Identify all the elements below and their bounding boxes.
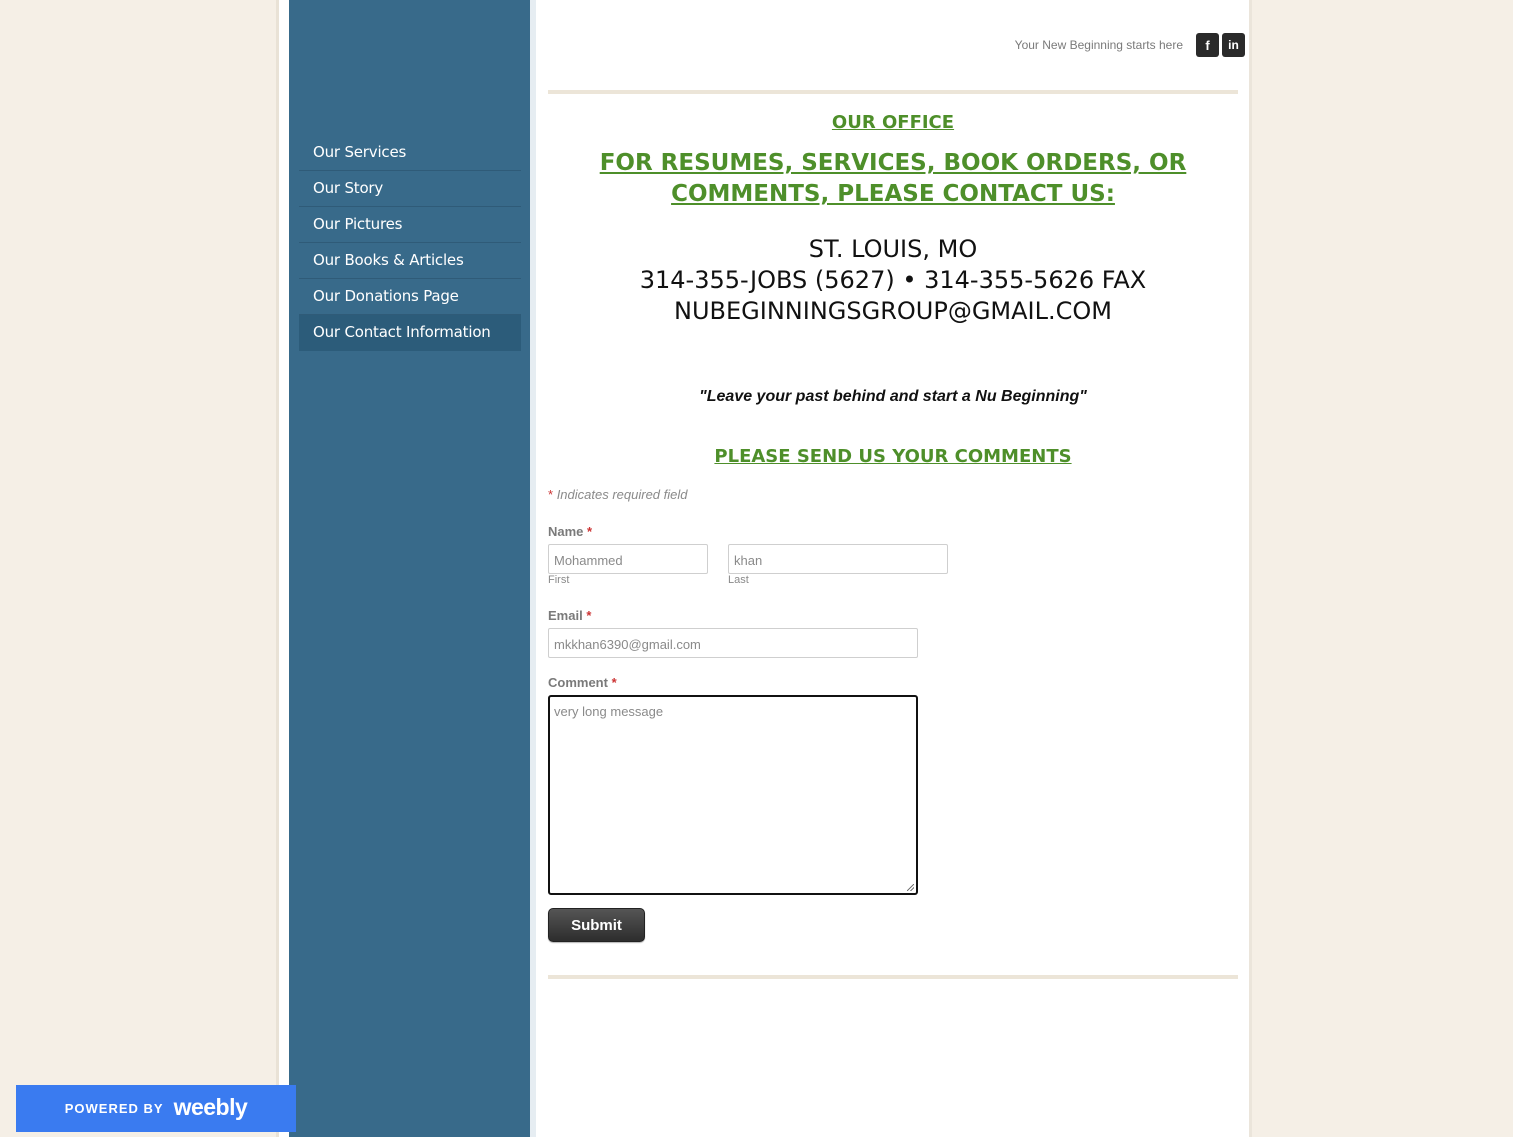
office-phones: 314-355-JOBS (5627) • 314-355-5626 FAX (639, 266, 1147, 294)
comment-label-text: Comment (548, 675, 608, 690)
first-name-input[interactable]: Mohammed (548, 544, 708, 574)
powered-by-text: POWERED BY (64, 1101, 164, 1116)
linkedin-icon[interactable]: in (1222, 33, 1245, 57)
required-field-note: * Indicates required field (548, 487, 688, 502)
comment-text: very long message (554, 704, 664, 719)
facebook-icon[interactable]: f (1196, 33, 1219, 57)
required-mark: * (548, 487, 554, 502)
email-input[interactable]: mkkhan6390@gmail.com (548, 628, 918, 658)
nav-item-our-donations-page[interactable]: Our Donations Page (299, 279, 521, 315)
contact-details: ST. LOUIS, MO 314-355-JOBS (5627) • 314-… (548, 234, 1238, 327)
office-email: NUBEGINNINGSGROUP@GMAIL.COM (674, 297, 1112, 325)
first-name-sublabel: First (548, 574, 570, 586)
site-tagline: Your New Beginning starts here (1014, 38, 1183, 52)
page-edge-right (1249, 0, 1252, 1137)
office-location: ST. LOUIS, MO (808, 235, 978, 263)
motto-quote: "Leave your past behind and start a Nu B… (699, 388, 1087, 405)
last-name-sublabel: Last (728, 574, 749, 586)
contact-heading-line-1: FOR RESUMES, SERVICES, BOOK ORDERS, OR (599, 150, 1187, 176)
contact-heading-line-2: COMMENTS, PLEASE CONTACT US: (671, 181, 1115, 207)
comment-textarea[interactable]: very long message (548, 695, 918, 895)
email-label-text: Email (548, 608, 583, 623)
submit-button[interactable]: Submit (548, 908, 645, 942)
name-label-text: Name (548, 524, 584, 539)
sidebar-divider (530, 0, 536, 1137)
sidebar-nav: Our Services Our Story Our Pictures Our … (299, 135, 521, 351)
weebly-logo: weebly (173, 1094, 248, 1120)
last-name-input[interactable]: khan (728, 544, 948, 574)
nav-item-our-contact-information[interactable]: Our Contact Information (299, 315, 521, 351)
nav-item-our-services[interactable]: Our Services (299, 135, 521, 171)
required-note-text: Indicates required field (556, 487, 688, 502)
comment-label: Comment * (548, 675, 617, 690)
contact-heading: FOR RESUMES, SERVICES, BOOK ORDERS, OR C… (548, 148, 1238, 210)
required-mark: * (611, 675, 617, 690)
required-mark: * (587, 524, 593, 539)
nav-item-our-story[interactable]: Our Story (299, 171, 521, 207)
top-divider (548, 90, 1238, 94)
resize-handle-icon[interactable] (907, 884, 914, 891)
form-title: PLEASE SEND US YOUR COMMENTS (714, 446, 1072, 467)
office-title: OUR OFFICE (831, 112, 955, 133)
powered-by-weebly-badge[interactable]: POWERED BY weebly (16, 1085, 296, 1132)
social-links: f in (1196, 33, 1245, 57)
bottom-divider (548, 975, 1238, 979)
required-mark: * (586, 608, 592, 623)
email-label: Email * (548, 608, 591, 623)
nav-item-our-pictures[interactable]: Our Pictures (299, 207, 521, 243)
nav-item-our-books-articles[interactable]: Our Books & Articles (299, 243, 521, 279)
name-label: Name * (548, 524, 592, 539)
